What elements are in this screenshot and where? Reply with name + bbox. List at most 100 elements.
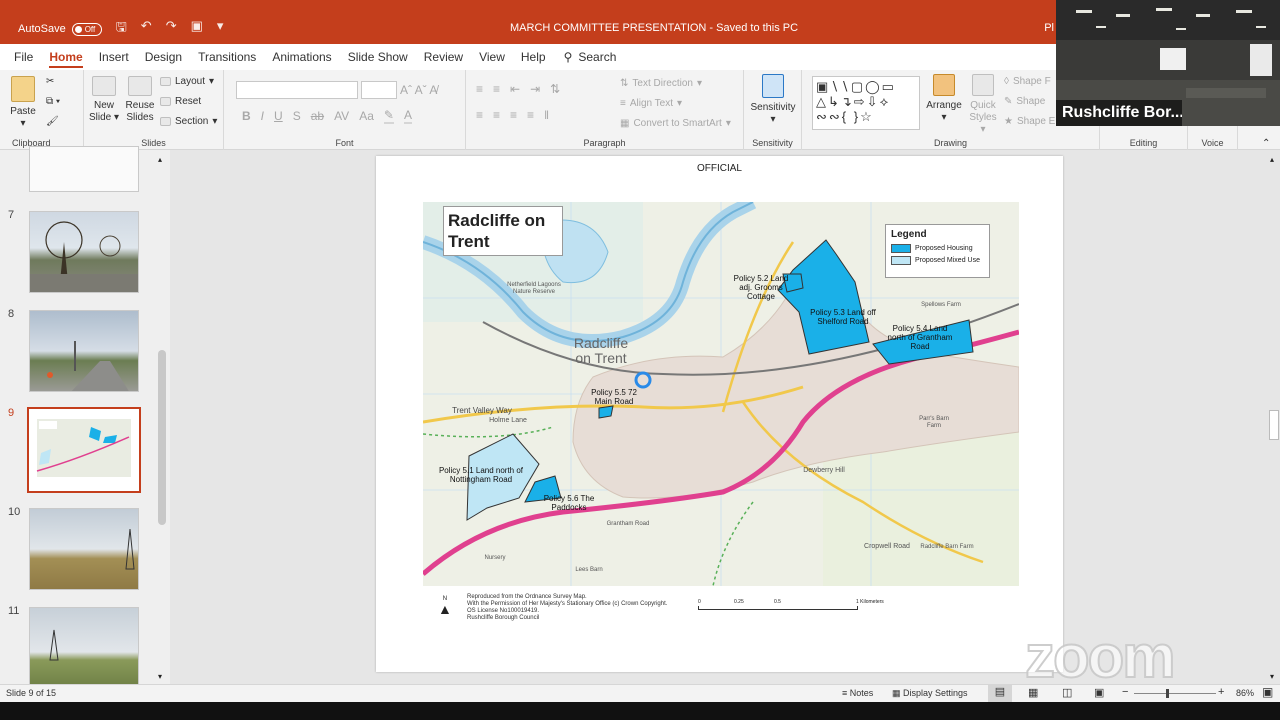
- bold-icon[interactable]: B: [242, 109, 251, 123]
- tab-slide-show[interactable]: Slide Show: [340, 44, 416, 70]
- canvas-scrollbar[interactable]: ▴ ▾: [1268, 155, 1280, 683]
- arrange-label: Arrange: [926, 100, 962, 111]
- undo-icon[interactable]: ↶: [141, 18, 152, 40]
- notes-button[interactable]: ≡ Notes: [842, 688, 873, 698]
- sensitivity-button[interactable]: Sensitivity ▾: [748, 74, 798, 126]
- numbering-icon[interactable]: ≡: [493, 82, 500, 96]
- slide-thumbnail-8[interactable]: [29, 310, 139, 392]
- font-size-input[interactable]: [361, 81, 397, 99]
- canvas-scroll-thumb[interactable]: [1269, 410, 1279, 440]
- map-legend: Legend Proposed Housing Proposed Mixed U…: [885, 224, 990, 278]
- zoom-in-icon[interactable]: +: [1218, 686, 1224, 698]
- italic-icon[interactable]: I: [261, 109, 264, 123]
- slides-group: New Slide ▾ Reuse Slides Layout ▾ Reset Sec…: [84, 70, 224, 150]
- tab-file[interactable]: File: [6, 44, 41, 70]
- tab-animations[interactable]: Animations: [264, 44, 339, 70]
- field-pylon-photo: [49, 629, 59, 661]
- reset-button[interactable]: Reset: [160, 96, 201, 107]
- line-spacing-icon[interactable]: ⇅: [550, 82, 560, 96]
- tab-insert[interactable]: Insert: [91, 44, 137, 70]
- canvas-scroll-up-icon[interactable]: ▴: [1270, 155, 1274, 164]
- align-left-icon[interactable]: ≡: [476, 108, 483, 122]
- font-size-increase-icon[interactable]: Aˆ Aˇ A̸: [400, 83, 437, 97]
- autosave-control[interactable]: AutoSave Off: [18, 22, 102, 36]
- reset-label: Reset: [175, 96, 202, 107]
- reuse-slides-button[interactable]: Reuse Slides: [124, 76, 156, 124]
- increase-indent-icon[interactable]: ⇥: [530, 82, 540, 96]
- quick-styles-button[interactable]: Quick Styles ▾: [966, 74, 1000, 136]
- tab-review[interactable]: Review: [416, 44, 471, 70]
- font-color-icon[interactable]: A: [403, 108, 412, 124]
- slide-thumbnail-6[interactable]: [29, 146, 139, 192]
- highlight-icon[interactable]: ✎: [383, 108, 394, 124]
- shadow-icon[interactable]: S: [293, 109, 301, 123]
- slide-thumbnail-7[interactable]: [29, 211, 139, 293]
- cut-icon[interactable]: ✂: [46, 76, 54, 87]
- scroll-down-icon[interactable]: ▾: [158, 672, 162, 681]
- justify-icon[interactable]: ≡: [527, 108, 534, 122]
- save-icon[interactable]: 🖫: [116, 18, 127, 40]
- search-box[interactable]: ⚲ Search: [564, 50, 617, 64]
- slide-thumbnail-10[interactable]: [29, 508, 139, 590]
- map-copyright: Reproduced from the Ordnance Survey Map.…: [467, 594, 667, 622]
- normal-view-icon[interactable]: ▤: [988, 685, 1012, 702]
- tab-transitions[interactable]: Transitions: [190, 44, 264, 70]
- char-spacing-icon[interactable]: AV: [334, 109, 349, 123]
- collapse-ribbon-icon[interactable]: ⌃: [1262, 138, 1270, 149]
- font-name-input[interactable]: [236, 81, 358, 99]
- canvas-scroll-down-icon[interactable]: ▾: [1270, 672, 1274, 681]
- shape-fill-button[interactable]: ◊ Shape F: [1004, 76, 1051, 87]
- section-button[interactable]: Section ▾: [160, 116, 217, 127]
- ribbon-tabs: File Home Insert Design Transitions Anim…: [0, 44, 1056, 70]
- display-settings-button[interactable]: ▦ Display Settings: [892, 688, 968, 699]
- columns-icon[interactable]: ‖: [544, 108, 549, 122]
- redo-icon[interactable]: ↷: [166, 18, 177, 40]
- format-painter-icon[interactable]: 🖌: [46, 116, 59, 127]
- paste-button[interactable]: Paste ▾: [8, 76, 38, 130]
- map-image[interactable]: Radcliffe on Trent Legend Proposed Housi…: [423, 202, 1019, 586]
- layout-button[interactable]: Layout ▾: [160, 76, 214, 87]
- scrollbar-thumb[interactable]: [158, 350, 166, 525]
- new-slide-button[interactable]: New Slide ▾: [88, 76, 120, 124]
- list-buttons[interactable]: ≡ ≡ ⇤ ⇥ ⇅: [476, 82, 560, 96]
- fit-to-window-icon[interactable]: ▣: [1262, 685, 1273, 699]
- align-center-icon[interactable]: ≡: [493, 108, 500, 122]
- strikethrough-icon[interactable]: ab: [311, 109, 324, 123]
- customize-qat-icon[interactable]: ▾: [217, 18, 224, 40]
- font-format-buttons[interactable]: B I U Sab AV Aa ✎ A: [242, 108, 412, 124]
- zoom-slider[interactable]: [1134, 689, 1216, 698]
- shapes-gallery[interactable]: ▣∖∖▢◯▭ △↳↴⇨⇩⟡ ∾∾{ }☆: [812, 76, 920, 130]
- change-case-icon[interactable]: Aa: [359, 109, 374, 123]
- tab-design[interactable]: Design: [137, 44, 190, 70]
- legend-swatch: [891, 256, 911, 265]
- town-name: Radcliffe on Trent: [573, 335, 629, 366]
- align-buttons[interactable]: ≡ ≡ ≡ ≡ ‖: [476, 108, 549, 122]
- slide-thumbnail-9[interactable]: [27, 407, 141, 493]
- scroll-up-icon[interactable]: ▴: [158, 155, 162, 164]
- arrange-button[interactable]: Arrange ▾: [926, 74, 962, 124]
- slide[interactable]: OFFICIAL Radcliffe on Trent Legend Propo…: [376, 156, 1063, 672]
- tab-home[interactable]: Home: [41, 44, 90, 70]
- decrease-indent-icon[interactable]: ⇤: [510, 82, 520, 96]
- shape-outline-label: Shape: [1016, 96, 1046, 107]
- spellows-name: Spellows Farm: [921, 302, 961, 308]
- present-icon[interactable]: ▣: [191, 18, 203, 40]
- display-settings-label: Display Settings: [903, 688, 968, 698]
- thumbnail-scrollbar[interactable]: ▴ ▾: [156, 155, 168, 683]
- align-right-icon[interactable]: ≡: [510, 108, 517, 122]
- bullets-icon[interactable]: ≡: [476, 82, 483, 96]
- video-tile[interactable]: Rushcliffe Bor...: [1056, 0, 1280, 126]
- slide-thumbnail-11[interactable]: [29, 607, 139, 689]
- smartart-button[interactable]: ▦ Convert to SmartArt ▾: [620, 118, 731, 129]
- tab-help[interactable]: Help: [513, 44, 554, 70]
- tab-view[interactable]: View: [471, 44, 513, 70]
- text-direction-button[interactable]: ⇅ Text Direction ▾: [620, 78, 702, 89]
- underline-icon[interactable]: U: [274, 109, 283, 123]
- copyright-line: Reproduced from the Ordnance Survey Map.: [467, 594, 587, 600]
- copy-icon[interactable]: ⧉ ▾: [46, 96, 60, 107]
- align-text-button[interactable]: ≡ Align Text ▾: [620, 98, 682, 109]
- shape-effects-button[interactable]: ★ Shape E: [1004, 116, 1055, 127]
- zoom-level[interactable]: 86%: [1236, 688, 1254, 698]
- shape-outline-button[interactable]: ✎ Shape: [1004, 96, 1045, 107]
- autosave-toggle[interactable]: Off: [71, 22, 102, 36]
